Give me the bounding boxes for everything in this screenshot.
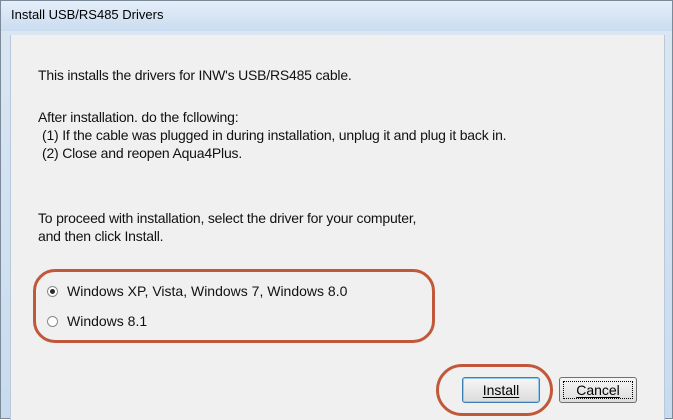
install-button-label: Install bbox=[482, 382, 520, 398]
intro-text: This installs the drivers for INW's USB/… bbox=[38, 67, 352, 83]
radio-button-selected[interactable] bbox=[47, 285, 58, 297]
cancel-button[interactable]: Cancel bbox=[559, 377, 637, 403]
title-bar[interactable]: Install USB/RS485 Drivers bbox=[1, 1, 672, 31]
driver-option-windows-8-1[interactable]: Windows 8.1 bbox=[47, 310, 147, 332]
after-installation-heading: After installation. do the fcllowing: bbox=[38, 109, 239, 125]
instruction-step-1: (1) If the cable was plugged in during i… bbox=[42, 127, 507, 143]
install-button[interactable]: Install bbox=[462, 377, 540, 403]
cancel-button-label: Cancel bbox=[576, 382, 620, 398]
install-drivers-window: Install USB/RS485 Drivers This installs … bbox=[0, 0, 673, 420]
proceed-instruction-line-2: and then click Install. bbox=[38, 228, 164, 244]
dialog-body: This installs the drivers for INW's USB/… bbox=[10, 35, 665, 420]
window-title: Install USB/RS485 Drivers bbox=[11, 7, 164, 22]
instruction-step-2: (2) Close and reopen Aqua4Plus. bbox=[42, 145, 243, 161]
driver-option-windows-xp-to-8-0[interactable]: Windows XP, Vista, Windows 7, Windows 8.… bbox=[47, 280, 347, 302]
radio-button[interactable] bbox=[47, 315, 58, 327]
driver-option-label: Windows XP, Vista, Windows 7, Windows 8.… bbox=[67, 283, 348, 299]
driver-option-label: Windows 8.1 bbox=[67, 313, 148, 329]
proceed-instruction-line-1: To proceed with installation, select the… bbox=[38, 210, 417, 226]
